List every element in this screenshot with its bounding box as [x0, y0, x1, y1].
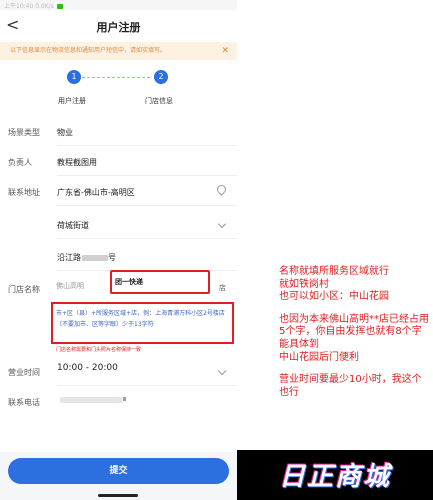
address-region-row[interactable]: 联系地址 广东省-佛山市-高明区 — [0, 178, 237, 206]
step-2-label: 门店信息 — [145, 97, 173, 105]
home-indicator — [98, 494, 138, 497]
page-title: 用户注册 — [96, 21, 141, 34]
brand-logo: 日正商城 — [278, 462, 391, 492]
brand-logo-panel: 日正商城 — [237, 450, 433, 500]
owner-label: 负责人 — [8, 158, 32, 167]
annotation-line: 也可以如小区：中山花园 — [279, 291, 389, 303]
submit-button[interactable]: 提交 — [8, 458, 229, 484]
address-detail-row[interactable]: 沿江路 号 — [0, 243, 237, 271]
phone-row[interactable]: 联系电话 — [0, 388, 237, 416]
store-name-warning: 门店名称需要和门头照片名称保持一致 — [56, 347, 142, 353]
annotation-gap — [279, 364, 429, 374]
tutorial-annotation: 名称就填所服务区域就行 就如铁岗村 也可以如小区：中山花园 也因为本来佛山高明*… — [279, 266, 429, 399]
wechat-icon — [56, 4, 63, 9]
store-name-label: 门店名称 — [8, 285, 40, 294]
address-detail-suffix: 号 — [108, 253, 116, 262]
phone-label: 联系电话 — [8, 398, 40, 407]
address-detail-text: 沿江路 — [57, 253, 81, 262]
business-hours-value: 10:00 - 20:00 — [57, 363, 118, 373]
address-street-value: 荷城街道 — [57, 221, 89, 230]
status-bar-text: 上午10:40 0.0K/s — [4, 3, 54, 10]
annotation-gap — [279, 304, 429, 314]
step-indicator: 1 2 用户注册 门店信息 — [0, 60, 237, 110]
owner-value: 教程截图用 — [57, 158, 97, 167]
owner-row[interactable]: 负责人 教程截图用 — [0, 148, 237, 176]
address-street-row[interactable]: 荷城街道 — [0, 211, 237, 239]
store-name-input[interactable]: 团一快递 — [110, 270, 210, 294]
address-detail-value: 沿江路 号 — [57, 252, 116, 263]
divider — [57, 145, 237, 146]
divider — [57, 385, 237, 386]
store-suffix: 店 — [219, 284, 226, 292]
scene-type-row[interactable]: 场景类型 物业 — [0, 118, 237, 146]
address-region-value: 广东省-佛山市-高明区 — [57, 188, 135, 197]
phone-screen: 上午10:40 0.0K/s < 用户注册 以下信息显示在物流信息和通知用户短信… — [0, 0, 237, 500]
scene-type-label: 场景类型 — [8, 128, 40, 137]
step-1-label: 用户注册 — [58, 97, 86, 105]
address-label: 联系地址 — [8, 188, 40, 197]
chevron-down-icon[interactable] — [217, 366, 227, 376]
close-icon[interactable]: ✕ — [221, 42, 229, 60]
step-1-circle: 1 — [67, 70, 81, 84]
annotation-line: 中山花园后门便利 — [279, 351, 359, 363]
annotation-line: 就如铁岗村 — [279, 278, 329, 290]
step-connector — [82, 77, 150, 78]
annotation-line: 能具体到 — [279, 338, 319, 350]
annotation-line: 名称就填所服务区域就行 — [279, 266, 389, 277]
phone-value-redacted — [60, 397, 126, 403]
business-hours-row[interactable]: 营业时间 10:00 - 20:00 — [0, 358, 237, 386]
scene-type-value: 物业 — [57, 128, 73, 137]
annotation-line: 也因为本来佛山高明**店已经占用5个字，你自由发挥也就有8个字 — [279, 313, 429, 338]
store-name-hint: 市+区（县）+所服务区域+店，例：上海青浦万科小区2号楼店（不要加市、区等字眼）… — [51, 302, 234, 344]
chevron-down-icon[interactable] — [217, 219, 227, 229]
nav-bar: < 用户注册 — [0, 10, 237, 42]
annotation-line: 营业时间要最少10小时，我这个也行 — [279, 374, 422, 398]
business-hours-label: 营业时间 — [8, 368, 40, 377]
notice-text: 以下信息显示在物流信息和通知用户短信中，请如实填写。 — [10, 47, 167, 54]
store-prefix-field: 佛山高明 — [56, 282, 84, 290]
redacted-number — [82, 254, 108, 261]
divider — [57, 205, 237, 206]
status-bar: 上午10:40 0.0K/s — [0, 0, 237, 10]
notice-banner: 以下信息显示在物流信息和通知用户短信中，请如实填写。 ✕ — [0, 42, 237, 60]
divider — [57, 238, 237, 239]
divider — [57, 175, 237, 176]
location-pin-icon[interactable] — [215, 183, 228, 196]
step-2-circle: 2 — [154, 70, 168, 84]
